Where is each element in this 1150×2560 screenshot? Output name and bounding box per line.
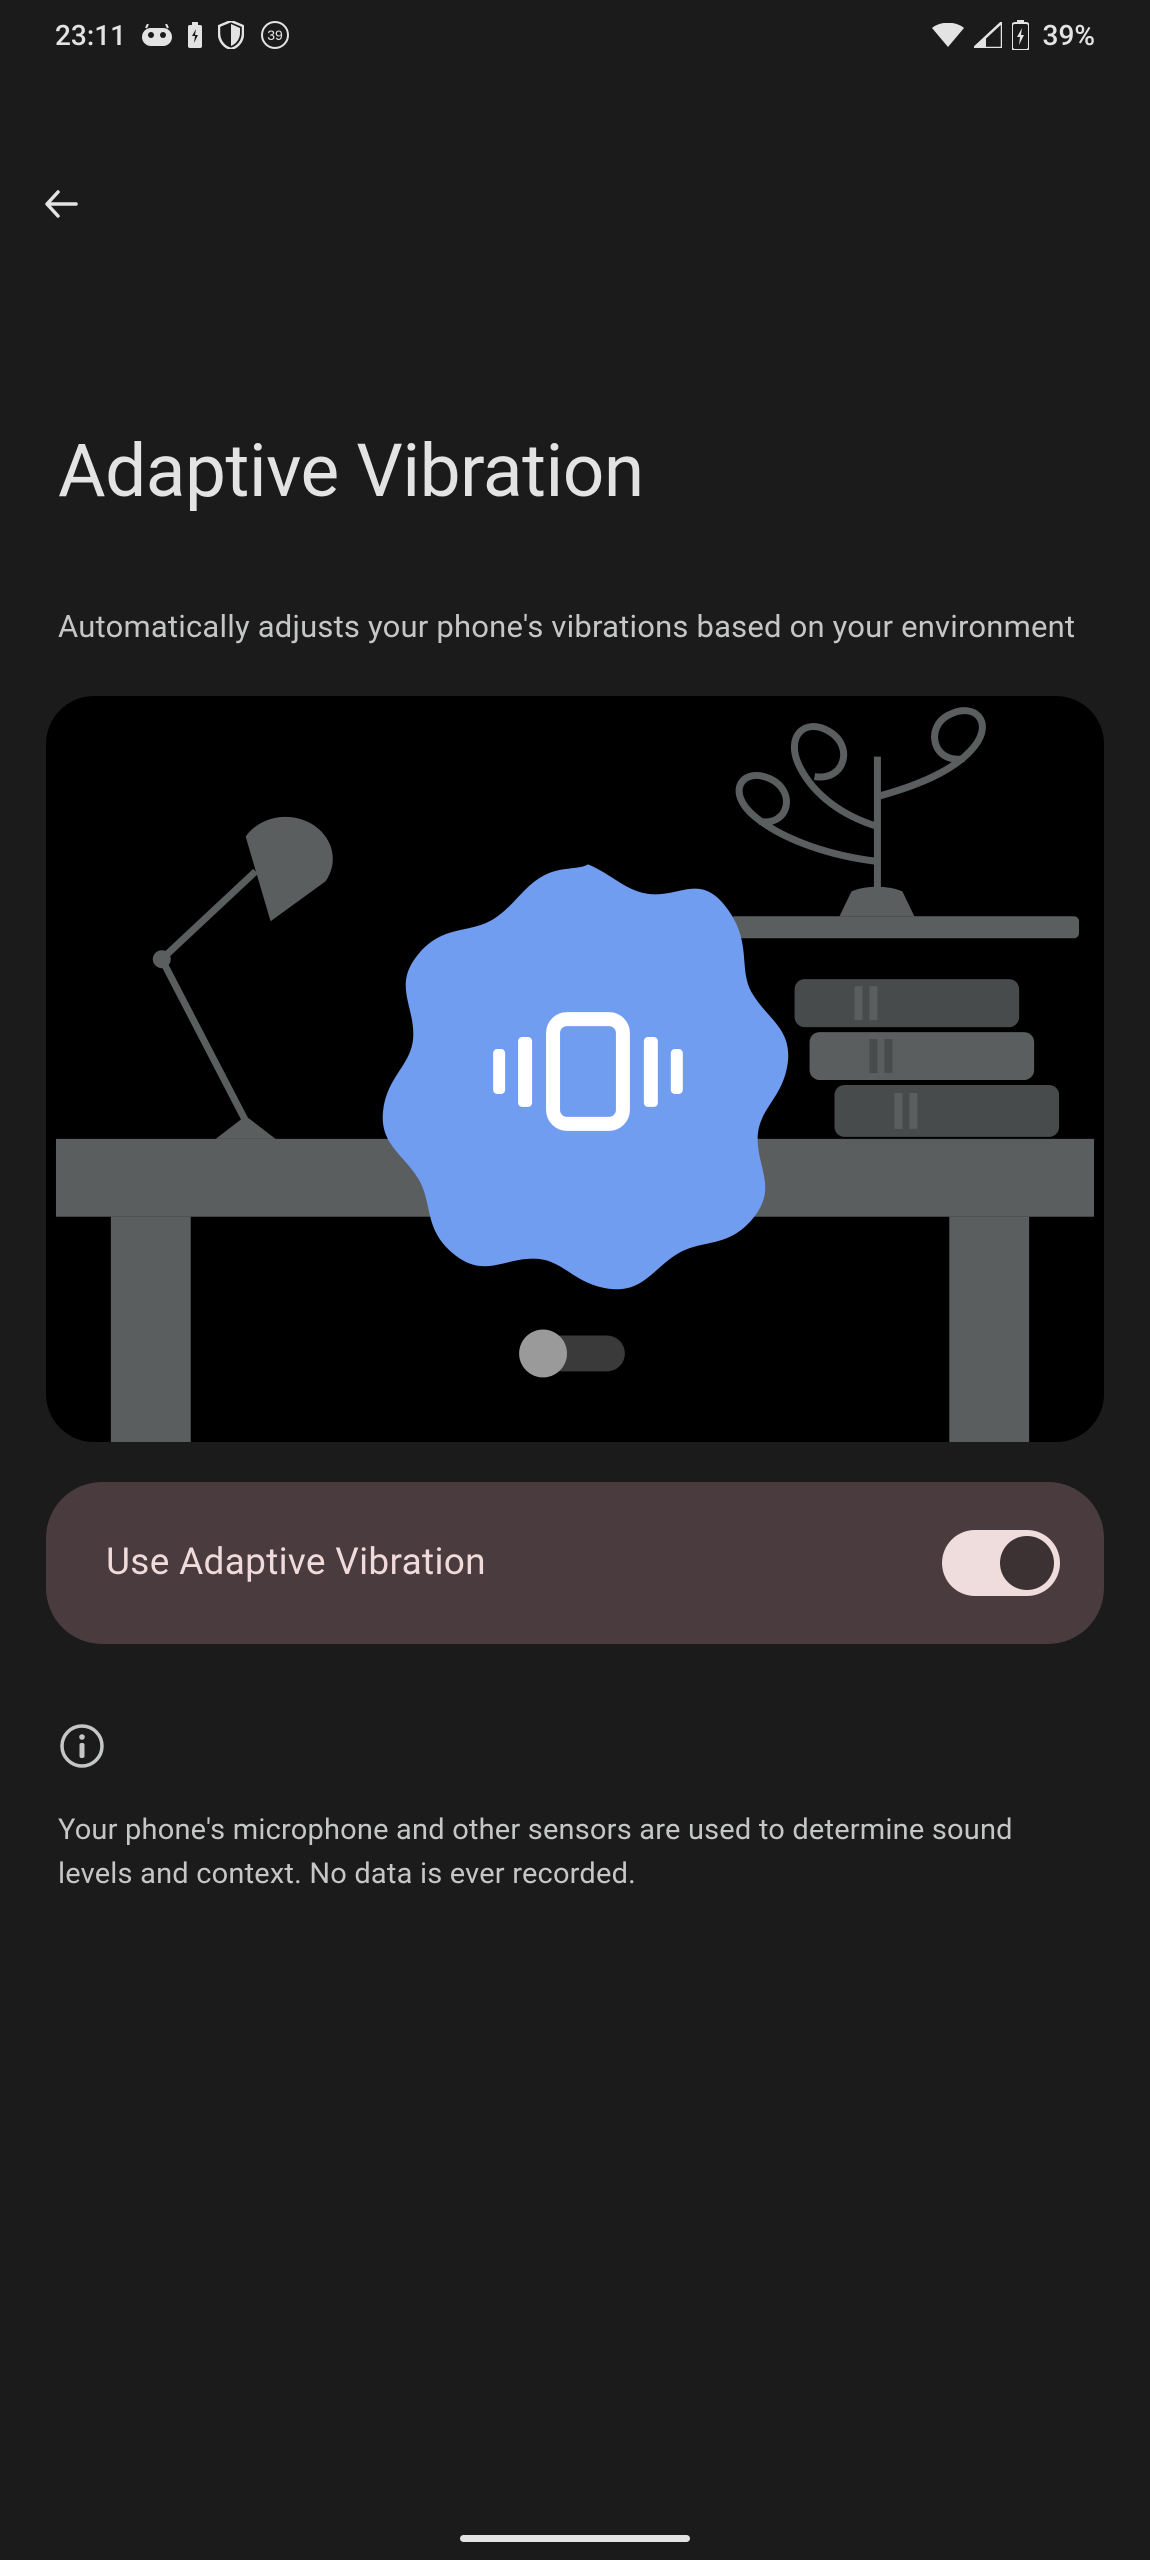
signal-icon [974, 22, 1002, 48]
status-bar-left: 23:11 39 [55, 19, 290, 52]
toggle-label: Use Adaptive Vibration [106, 1541, 486, 1584]
toggle-switch[interactable] [942, 1530, 1060, 1596]
battery-charging-small-icon [188, 22, 202, 48]
arrow-left-icon [42, 184, 82, 224]
info-text: Your phone's microphone and other sensor… [58, 1808, 1092, 1898]
svg-text:39: 39 [267, 27, 283, 43]
app-icon [142, 24, 172, 46]
info-section: Your phone's microphone and other sensor… [58, 1722, 1092, 1898]
back-button[interactable] [38, 180, 86, 228]
badge-icon: 39 [260, 20, 290, 50]
status-bar: 23:11 39 39% [0, 0, 1150, 70]
page-subtitle: Automatically adjusts your phone's vibra… [58, 604, 1092, 651]
info-icon [58, 1722, 106, 1770]
page-title: Adaptive Vibration [58, 428, 1150, 514]
shield-icon [218, 21, 244, 49]
wifi-icon [932, 23, 964, 47]
battery-percent: 39% [1043, 19, 1095, 52]
status-bar-right: 39% [932, 19, 1095, 52]
toggle-card[interactable]: Use Adaptive Vibration [46, 1482, 1104, 1644]
status-time: 23:11 [55, 19, 126, 52]
battery-icon [1012, 20, 1029, 50]
toggle-thumb [1000, 1536, 1054, 1590]
desk-scene-illustration [46, 696, 1104, 1442]
feature-illustration [46, 696, 1104, 1442]
navigation-bar-handle[interactable] [460, 2535, 690, 2542]
